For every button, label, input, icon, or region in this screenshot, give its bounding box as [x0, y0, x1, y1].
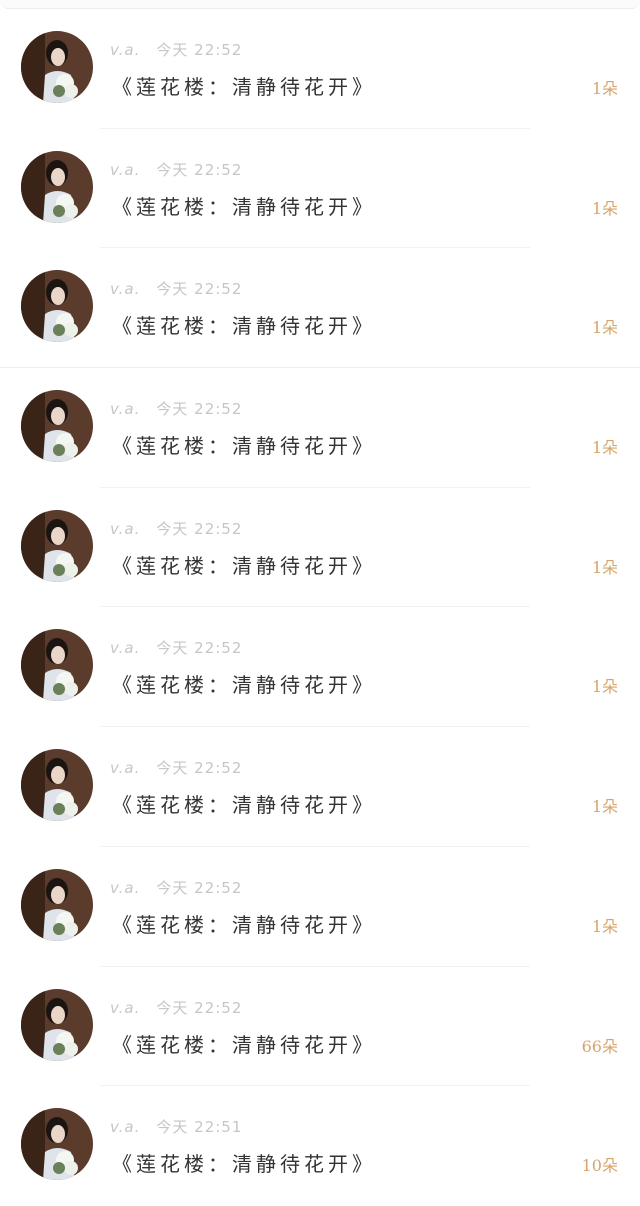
timestamp: 今天 22:52	[156, 878, 243, 897]
avatar[interactable]	[21, 749, 93, 822]
sender-name: v.a.	[110, 1118, 141, 1137]
sender-name: v.a.	[110, 41, 141, 59]
list-item[interactable]: v.a. 今天 22:52 《莲花楼：清静待花开》 1朵	[0, 727, 640, 847]
message-text: 《莲花楼：清静待花开》	[112, 75, 376, 99]
gift-count: 1朵	[591, 318, 618, 338]
message-meta: v.a. 今天 22:52	[110, 518, 242, 539]
timestamp: 今天 22:52	[156, 160, 243, 179]
sender-name: v.a.	[110, 639, 141, 658]
gift-count: 1朵	[591, 438, 618, 458]
timestamp: 今天 22:51	[156, 1118, 243, 1137]
avatar[interactable]	[21, 390, 93, 463]
timestamp: 今天 22:52	[156, 998, 243, 1017]
list-item[interactable]: v.a. 今天 22:52 《莲花楼：清静待花开》 1朵	[0, 248, 640, 369]
message-list: v.a. 今天 22:52 《莲花楼：清静待花开》 1朵 v.a. 今天 22:52…	[0, 9, 640, 1206]
gift-count: 1朵	[591, 797, 618, 817]
message-meta: v.a. 今天 22:52	[110, 159, 242, 180]
avatar[interactable]	[21, 150, 93, 223]
avatar[interactable]	[21, 31, 93, 103]
gift-count: 1朵	[591, 557, 618, 577]
message-text: 《莲花楼：清静待花开》	[112, 553, 376, 578]
list-item[interactable]: v.a. 今天 22:52 《莲花楼：清静待花开》 1朵	[0, 847, 640, 967]
sender-name: v.a.	[110, 998, 141, 1017]
message-text: 《莲花楼：清静待花开》	[112, 673, 376, 698]
message-meta: v.a. 今天 22:52	[110, 637, 242, 658]
gift-count: 66朵	[581, 1036, 618, 1056]
gift-count: 1朵	[591, 677, 618, 697]
avatar[interactable]	[21, 509, 93, 582]
avatar[interactable]	[21, 270, 93, 343]
message-text: 《莲花楼：清静待花开》	[112, 314, 376, 339]
message-text: 《莲花楼：清静待花开》	[112, 912, 376, 937]
timestamp: 今天 22:52	[156, 41, 243, 59]
message-meta: v.a. 今天 22:52	[110, 278, 242, 299]
gift-count: 1朵	[591, 79, 618, 98]
gift-count: 10朵	[581, 1156, 618, 1176]
sender-name: v.a.	[110, 400, 141, 419]
message-meta: v.a. 今天 22:52	[110, 997, 242, 1018]
message-text: 《莲花楼：清静待花开》	[112, 1032, 376, 1057]
list-item[interactable]: v.a. 今天 22:52 《莲花楼：清静待花开》 1朵	[0, 9, 640, 129]
message-meta: v.a. 今天 22:52	[110, 757, 242, 778]
message-text: 《莲花楼：清静待花开》	[112, 434, 376, 459]
message-meta: v.a. 今天 22:51	[110, 1116, 242, 1137]
list-item[interactable]: v.a. 今天 22:52 《莲花楼：清静待花开》 1朵	[0, 488, 640, 608]
message-text: 《莲花楼：清静待花开》	[112, 194, 376, 219]
list-item[interactable]: v.a. 今天 22:52 《莲花楼：清静待花开》 66朵	[0, 967, 640, 1087]
sender-name: v.a.	[110, 160, 141, 179]
gift-count: 1朵	[591, 198, 618, 218]
sender-name: v.a.	[110, 759, 141, 778]
timestamp: 今天 22:52	[156, 519, 243, 538]
timestamp: 今天 22:52	[156, 280, 243, 299]
message-text: 《莲花楼：清静待花开》	[112, 1152, 376, 1177]
gift-count: 1朵	[591, 916, 618, 936]
list-item[interactable]: v.a. 今天 22:52 《莲花楼：清静待花开》 1朵	[0, 607, 640, 728]
sender-name: v.a.	[110, 878, 141, 897]
list-item[interactable]: v.a. 今天 22:52 《莲花楼：清静待花开》 1朵	[0, 129, 640, 249]
timestamp: 今天 22:52	[156, 400, 243, 419]
message-meta: v.a. 今天 22:52	[110, 39, 242, 60]
avatar[interactable]	[21, 629, 93, 702]
top-bar	[0, 0, 640, 9]
timestamp: 今天 22:52	[156, 759, 243, 778]
sender-name: v.a.	[110, 280, 141, 299]
avatar[interactable]	[21, 868, 93, 941]
timestamp: 今天 22:52	[156, 639, 243, 658]
list-item[interactable]: v.a. 今天 22:52 《莲花楼：清静待花开》 1朵	[0, 368, 640, 488]
sender-name: v.a.	[110, 519, 141, 538]
avatar[interactable]	[21, 1108, 93, 1181]
list-item[interactable]: v.a. 今天 22:51 《莲花楼：清静待花开》 10朵	[0, 1086, 640, 1206]
message-meta: v.a. 今天 22:52	[110, 877, 242, 898]
avatar[interactable]	[21, 988, 93, 1061]
message-meta: v.a. 今天 22:52	[110, 398, 242, 419]
message-text: 《莲花楼：清静待花开》	[112, 793, 376, 818]
